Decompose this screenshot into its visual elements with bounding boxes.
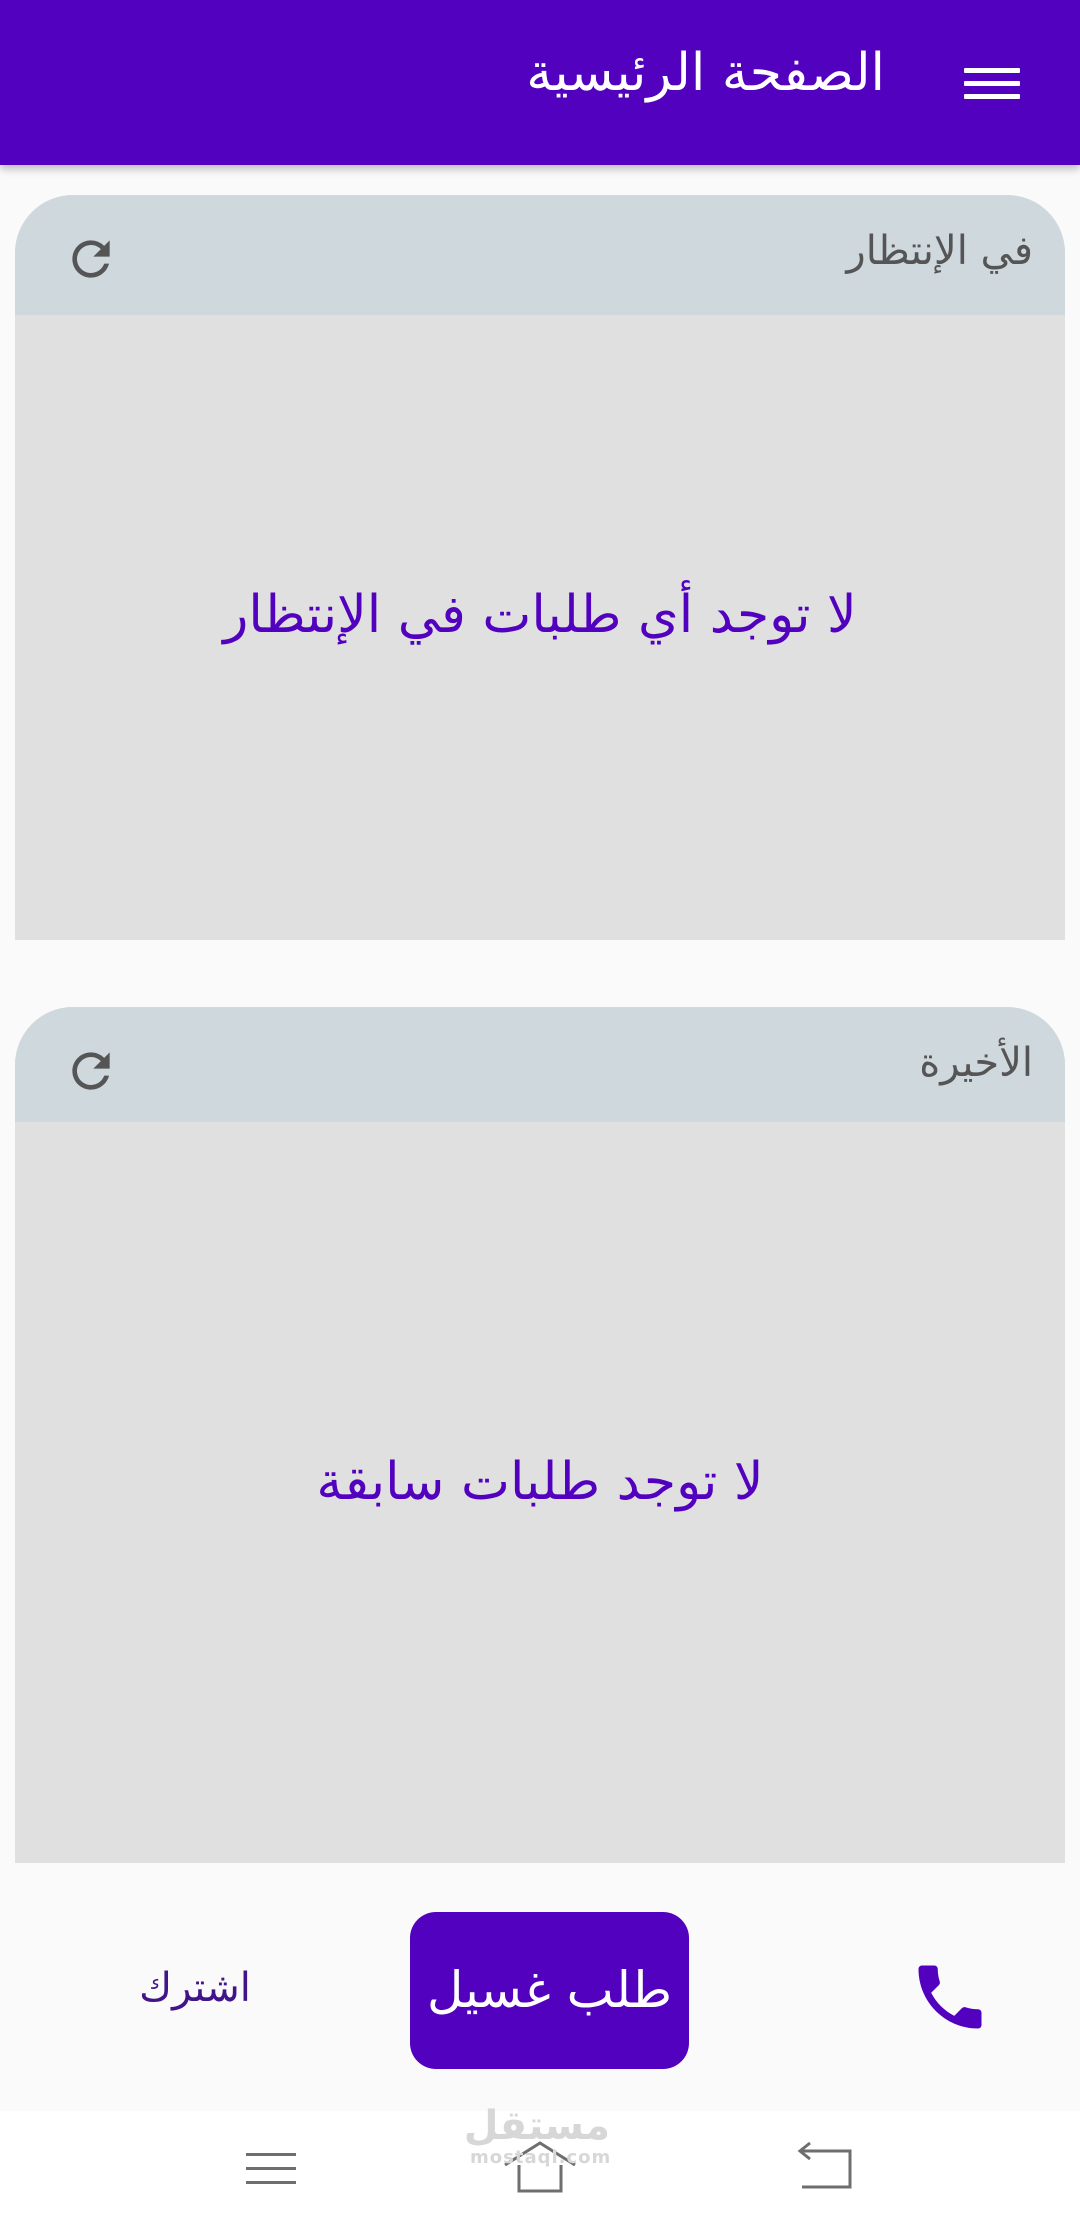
recents-icon[interactable] xyxy=(226,2131,316,2201)
recent-empty-message: لا توجد طلبات سابقة xyxy=(316,1452,764,1512)
page-title: الصفحة الرئيسية xyxy=(526,43,885,103)
back-icon[interactable] xyxy=(780,2131,870,2201)
subscribe-button[interactable]: اشترك xyxy=(110,1953,280,2023)
recent-orders-card: الأخيرة لا توجد طلبات سابقة xyxy=(15,1007,1065,1863)
recent-card-title: الأخيرة xyxy=(919,1040,1033,1086)
bottom-action-bar: اشترك طلب غسيل xyxy=(0,1863,1080,2111)
app-bar: الصفحة الرئيسية xyxy=(0,0,1080,165)
refresh-icon[interactable] xyxy=(63,231,119,287)
pending-orders-card: في الإنتظار لا توجد أي طلبات في الإنتظار xyxy=(15,195,1065,940)
wash-request-button[interactable]: طلب غسيل xyxy=(410,1912,689,2069)
hamburger-menu-icon xyxy=(964,64,1020,104)
recent-card-header: الأخيرة xyxy=(15,1007,1065,1122)
refresh-icon[interactable] xyxy=(63,1043,119,1099)
watermark-logo: مستقل mostaql.com xyxy=(463,2103,612,2168)
pending-card-title: في الإنتظار xyxy=(846,228,1033,274)
phone-icon[interactable] xyxy=(908,1955,992,2039)
pending-empty-message: لا توجد أي طلبات في الإنتظار xyxy=(223,585,857,645)
pending-card-header: في الإنتظار xyxy=(15,195,1065,315)
menu-button[interactable] xyxy=(944,52,1040,116)
